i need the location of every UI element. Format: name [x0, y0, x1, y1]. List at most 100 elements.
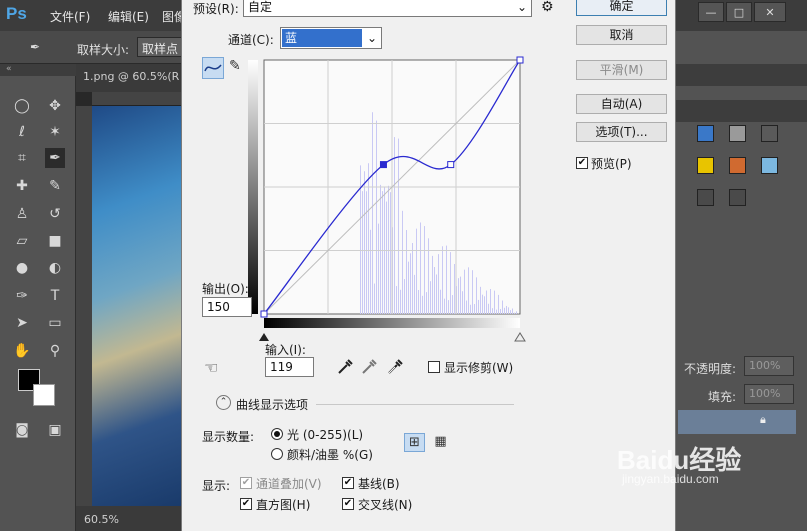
- document-tab[interactable]: 1.png @ 60.5%(R: [83, 70, 179, 83]
- preset-value: 自定: [248, 0, 273, 14]
- preset-gear-icon[interactable]: ⚙︎: [541, 0, 554, 15]
- histogram-bar: [492, 308, 493, 314]
- histogram-bar: [388, 185, 389, 314]
- auto-button[interactable]: 自动(A): [576, 94, 667, 114]
- style-swatch[interactable]: [697, 189, 714, 206]
- style-swatch[interactable]: [697, 125, 714, 142]
- grid-10x10-icon[interactable]: ▦: [430, 433, 451, 452]
- document-canvas[interactable]: [92, 106, 186, 506]
- eraser-icon[interactable]: ▱: [12, 231, 32, 251]
- curve-control-point[interactable]: [447, 161, 455, 169]
- histogram-bar: [474, 304, 475, 314]
- gradient-icon[interactable]: ■: [45, 231, 65, 251]
- dodge-icon[interactable]: ◐: [45, 258, 65, 278]
- black-eyedropper-icon[interactable]: [336, 358, 354, 376]
- close-icon[interactable]: ✕: [754, 2, 786, 22]
- grid-4x4-icon[interactable]: ⊞: [404, 433, 425, 452]
- curves-graph[interactable]: [248, 56, 528, 346]
- histogram-checkbox[interactable]: ✔: [240, 498, 252, 510]
- maximize-icon[interactable]: □: [726, 2, 752, 22]
- baseline-checkbox[interactable]: ✔: [342, 477, 354, 489]
- minimize-icon[interactable]: —: [698, 2, 724, 22]
- target-adjust-hand-icon[interactable]: ☜: [204, 358, 218, 377]
- shape-icon[interactable]: ▭: [45, 313, 65, 333]
- histogram-bar: [514, 312, 515, 314]
- options-button[interactable]: 选项(T)...: [576, 122, 667, 142]
- style-swatch[interactable]: [729, 157, 746, 174]
- channel-value: 蓝: [282, 29, 362, 47]
- histogram-bar: [376, 120, 377, 314]
- light-radio[interactable]: [271, 428, 283, 440]
- zoom-icon[interactable]: ⚲: [45, 341, 65, 361]
- black-point-slider[interactable]: [259, 333, 269, 341]
- opacity-field[interactable]: 100%: [744, 356, 794, 376]
- curve-tool-icon: [204, 64, 222, 72]
- menu-edit[interactable]: 编辑(E): [108, 8, 149, 25]
- menu-file[interactable]: 文件(F): [50, 8, 90, 25]
- show-clipping-label: 显示修剪(W): [444, 361, 514, 375]
- channel-overlay-checkbox[interactable]: ✔: [240, 477, 252, 489]
- brush-icon[interactable]: ✎: [45, 176, 65, 196]
- input-field[interactable]: 119: [265, 357, 314, 377]
- type-icon[interactable]: T: [45, 286, 65, 306]
- ps-logo: Ps: [6, 4, 27, 23]
- marquee-icon[interactable]: ◯: [12, 96, 32, 116]
- curve-control-point[interactable]: [260, 310, 268, 318]
- sample-size-select[interactable]: 取样点: [137, 37, 187, 57]
- style-swatch[interactable]: [761, 157, 778, 174]
- curve-control-point[interactable]: [516, 56, 524, 64]
- zoom-level[interactable]: 60.5%: [84, 513, 119, 526]
- output-label: 输出(O):: [202, 282, 249, 296]
- blur-icon[interactable]: ●: [12, 258, 32, 278]
- output-field[interactable]: 150: [202, 297, 252, 317]
- move-icon[interactable]: ✥: [45, 96, 65, 116]
- style-swatch[interactable]: [697, 157, 714, 174]
- histogram-bar: [378, 223, 379, 314]
- show-clipping-checkbox[interactable]: [428, 361, 440, 373]
- style-swatch[interactable]: [729, 125, 746, 142]
- histogram-bar: [418, 289, 419, 314]
- path-select-icon[interactable]: ➤: [12, 313, 32, 333]
- curve-control-point[interactable]: [379, 161, 387, 169]
- channel-select[interactable]: 蓝 ⌄: [280, 27, 382, 49]
- magic-wand-icon[interactable]: ✶: [45, 122, 65, 142]
- layer-row-selected[interactable]: 🔒︎: [678, 410, 796, 434]
- chevron-up-icon[interactable]: ⌃: [216, 395, 231, 410]
- preset-select[interactable]: 自定 ⌄: [243, 0, 532, 17]
- curve-display-options-label[interactable]: 曲线显示选项: [236, 396, 308, 413]
- smooth-button[interactable]: 平滑(M): [576, 60, 667, 80]
- ok-button[interactable]: 确定: [576, 0, 667, 16]
- histogram-bar: [462, 291, 463, 314]
- stamp-icon[interactable]: ♙: [12, 204, 32, 224]
- crop-icon[interactable]: ⌗: [12, 148, 32, 168]
- pigment-radio[interactable]: [271, 448, 283, 460]
- fill-field[interactable]: 100%: [744, 384, 794, 404]
- curve-point-tool[interactable]: [202, 57, 224, 79]
- cancel-button[interactable]: 取消: [576, 25, 667, 45]
- pen-icon[interactable]: ✑: [12, 286, 32, 306]
- white-eyedropper-icon[interactable]: [386, 358, 404, 376]
- background-color[interactable]: [33, 384, 55, 406]
- eyedropper-tool-icon[interactable]: ✒: [45, 148, 65, 168]
- histogram-bar: [374, 283, 375, 314]
- screen-mode-icon[interactable]: ▣: [45, 420, 65, 440]
- show-label: 显示:: [202, 479, 231, 493]
- quick-mask-icon[interactable]: ◙: [12, 420, 32, 440]
- lasso-icon[interactable]: ℓ: [12, 122, 32, 142]
- preview-checkbox[interactable]: ✔: [576, 157, 588, 169]
- eyedropper-icon[interactable]: ✒: [30, 40, 40, 54]
- pencil-icon[interactable]: ✎: [229, 58, 247, 76]
- intersection-checkbox[interactable]: ✔: [342, 498, 354, 510]
- histogram-bar: [480, 286, 481, 314]
- style-swatch[interactable]: [729, 189, 746, 206]
- history-brush-icon[interactable]: ↺: [45, 204, 65, 224]
- histogram-bar: [432, 255, 433, 314]
- white-point-slider[interactable]: [514, 332, 526, 342]
- histogram-bar: [370, 229, 371, 314]
- channel-label: 通道(C):: [228, 33, 274, 47]
- style-swatch[interactable]: [761, 125, 778, 142]
- healing-brush-icon[interactable]: ✚: [12, 176, 32, 196]
- gray-eyedropper-icon[interactable]: [360, 358, 378, 376]
- tools-collapse-icon[interactable]: «: [0, 64, 76, 76]
- hand-icon[interactable]: ✋: [12, 341, 32, 361]
